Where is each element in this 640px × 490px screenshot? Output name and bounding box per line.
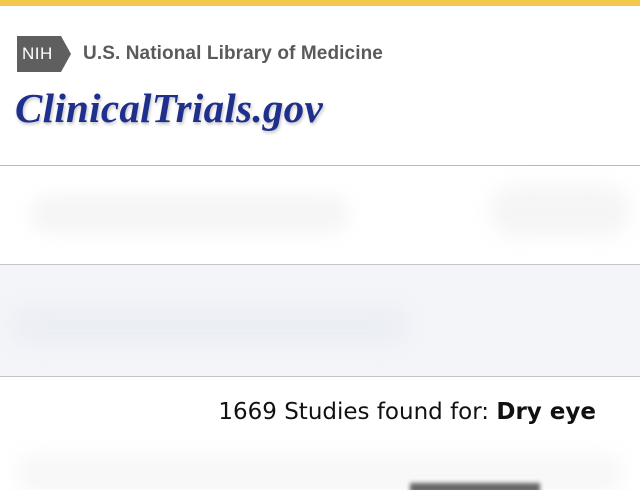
nih-logo-icon: NIH [17, 36, 73, 72]
blurred-search-field [30, 194, 350, 234]
nih-badge-text: NIH [22, 44, 53, 63]
page: NIH U.S. National Library of Medicine Cl… [0, 0, 640, 490]
blurred-band-content [10, 305, 410, 345]
blurred-partial-text [410, 483, 540, 490]
search-term: Dry eye [496, 399, 596, 425]
nlm-branding[interactable]: NIH U.S. National Library of Medicine [17, 36, 383, 72]
nlm-name: U.S. National Library of Medicine [83, 43, 383, 64]
results-summary: 1669 Studies found for: Dry eye [218, 399, 596, 425]
site-header: NIH U.S. National Library of Medicine Cl… [0, 6, 640, 165]
blurred-search-control [490, 186, 630, 236]
results-region: 1669 Studies found for: Dry eye [0, 377, 640, 490]
results-count: 1669 Studies found for: [218, 399, 490, 425]
search-region [0, 166, 640, 264]
shaded-band [0, 265, 640, 376]
clinicaltrials-logo[interactable]: ClinicalTrials.gov [15, 84, 323, 132]
